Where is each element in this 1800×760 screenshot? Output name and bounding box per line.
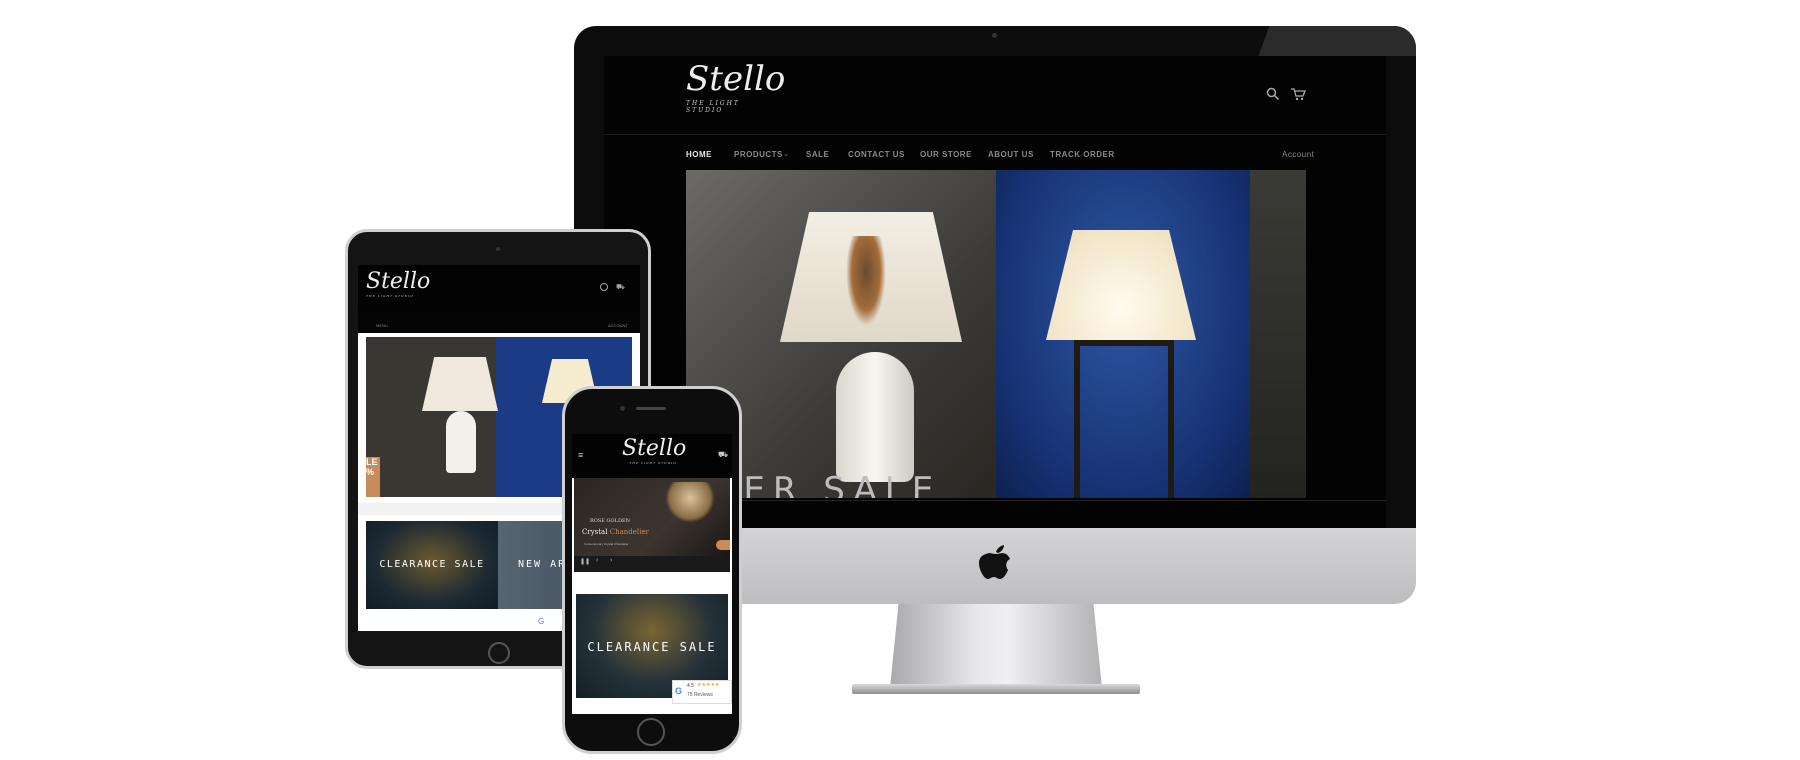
tablet-banner-clearance[interactable]: CLEARANCE SALE xyxy=(366,521,498,609)
tablet-badge: LE% xyxy=(366,457,380,497)
iphone-screen: ≡ Stello THE LIGHT STUDIO ⛟ ROSE GOLDEN … xyxy=(572,434,732,714)
phone-clearance-text: CLEARANCE SALE xyxy=(587,640,717,654)
slide-badge xyxy=(716,540,730,550)
imac-camera xyxy=(992,33,997,38)
slide-next-icon[interactable]: › xyxy=(610,557,612,564)
nav-about[interactable]: ABOUT US xyxy=(988,150,1034,159)
tablet-logo[interactable]: Stello THE LIGHT STUDIO xyxy=(366,269,430,298)
tablet-search-icon[interactable] xyxy=(600,283,608,291)
tablet-lamp-vase xyxy=(446,411,476,473)
google-review-badge[interactable]: G 4.5 ★★★★★ 75 Reviews xyxy=(672,680,732,704)
cart-icon[interactable] xyxy=(1290,87,1306,101)
phone-slide[interactable]: ROSE GOLDEN Crystal Chandelier Contempor… xyxy=(574,478,730,556)
tablet-clearance-text: CLEARANCE SALE xyxy=(379,559,485,570)
nav-products[interactable]: PRODUCTS xyxy=(734,150,783,159)
lamp-vase xyxy=(836,352,914,482)
tablet-nav-bar xyxy=(358,311,640,333)
slide-prev-icon[interactable]: ‹ xyxy=(596,557,598,564)
nav-home[interactable]: HOME xyxy=(686,150,712,159)
google-icon: G xyxy=(675,686,683,696)
account-link[interactable]: Account xyxy=(1282,150,1314,159)
tablet-google-badge: G xyxy=(538,617,545,626)
tablet-cart-icon[interactable]: ⛟ xyxy=(616,283,625,292)
ipad-home-button[interactable] xyxy=(488,642,510,664)
rating-value: 4.5 xyxy=(687,683,694,689)
nav-sale[interactable]: SALE xyxy=(806,150,829,159)
search-icon[interactable] xyxy=(1266,87,1280,101)
slide-subtitle: Contemporary Crystal Chandelier xyxy=(584,542,629,546)
phone-cart-icon[interactable]: ⛟ xyxy=(718,450,728,460)
tablet-new-arrival-text: NEW AR xyxy=(518,559,567,570)
slide-pause-icon[interactable]: ❚❚ xyxy=(580,558,590,565)
header-divider xyxy=(604,134,1386,135)
imac-foot xyxy=(852,684,1140,694)
hero-slideshow[interactable]: UPER SALE xyxy=(686,170,1306,498)
review-count: 75 Reviews xyxy=(687,692,713,698)
chandelier-image xyxy=(666,482,714,522)
phone-logo[interactable]: Stello THE LIGHT STUDIO xyxy=(622,436,686,465)
nav-our-store[interactable]: OUR STORE xyxy=(920,150,972,159)
desktop-nav: HOME PRODUCTS ⌄ SALE CONTACT US OUR STOR… xyxy=(686,150,1386,162)
star-rating: ★★★★★ xyxy=(697,682,720,688)
slide-title-2: Crystal Chandelier xyxy=(582,528,649,536)
desktop-logo[interactable]: Stello THE LIGHT STUDIO xyxy=(686,62,785,114)
ipad-camera xyxy=(496,247,500,251)
slide-title-1: ROSE GOLDEN xyxy=(590,518,630,524)
hamburger-icon[interactable]: ≡ xyxy=(578,450,583,460)
iphone-speaker xyxy=(636,407,666,410)
nav-track-order[interactable]: TRACK ORDER xyxy=(1050,150,1115,159)
lamp-stand xyxy=(1074,340,1174,498)
apple-logo-icon xyxy=(978,540,1014,584)
tablet-lamp-shade xyxy=(422,357,498,411)
peacock-motif xyxy=(846,236,886,326)
chevron-down-icon: ⌄ xyxy=(783,151,789,158)
nav-contact[interactable]: CONTACT US xyxy=(848,150,905,159)
tablet-account-link[interactable]: ACCOUNT xyxy=(608,323,628,328)
iphone-home-button[interactable] xyxy=(637,718,665,746)
imac-stand xyxy=(890,604,1102,688)
imac-glare xyxy=(1230,26,1416,56)
iphone-camera xyxy=(620,406,625,411)
tablet-menu-button[interactable]: MENU xyxy=(376,323,388,328)
hero-panel-right xyxy=(1250,170,1306,498)
